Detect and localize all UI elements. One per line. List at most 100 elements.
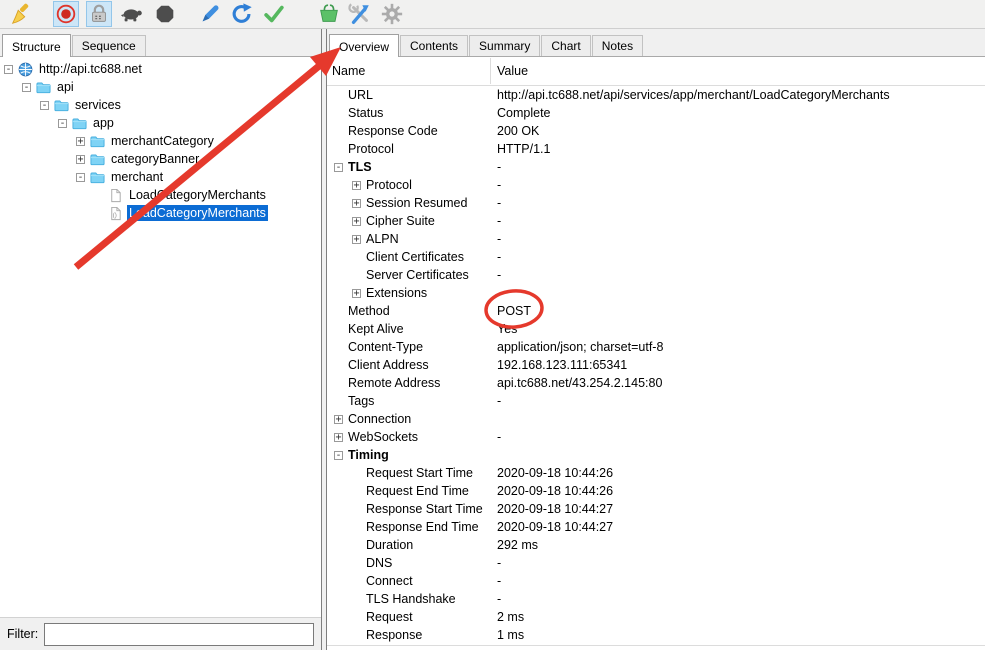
tree-node[interactable]: -merchant (0, 168, 321, 186)
clear-session-icon[interactable] (8, 1, 34, 27)
expand-toggle[interactable]: + (352, 235, 361, 244)
expand-toggle[interactable]: + (76, 137, 85, 146)
row-value: 2 ms (497, 608, 524, 626)
collapse-toggle[interactable]: - (4, 65, 13, 74)
expand-toggle[interactable]: + (352, 289, 361, 298)
folder-icon (54, 98, 69, 113)
expand-toggle[interactable]: + (76, 155, 85, 164)
folder-icon (90, 134, 105, 149)
collapse-toggle[interactable]: - (58, 119, 67, 128)
row-name: Session Resumed (366, 196, 467, 210)
overview-row: Response End Time 2020-09-18 10:44:27 (327, 518, 985, 536)
overview-row: Client Address192.168.123.111:65341 (327, 356, 985, 374)
overview-row: +ALPN- (327, 230, 985, 248)
record-icon[interactable] (53, 1, 79, 27)
overview-row: +WebSockets- (327, 428, 985, 446)
tree-node[interactable]: - app (0, 114, 321, 132)
repeat-icon[interactable] (229, 1, 255, 27)
tree-node[interactable]: -http://api.tc688.net (0, 60, 321, 78)
compose-icon[interactable] (197, 1, 223, 27)
tree-node-label: merchantCategory (109, 133, 216, 149)
row-name: DNS (366, 556, 392, 570)
globe-icon (18, 62, 33, 77)
column-header-value[interactable]: Value (497, 64, 528, 78)
row-value: - (497, 212, 501, 230)
tab-summary[interactable]: Summary (469, 35, 540, 56)
tab-notes[interactable]: Notes (592, 35, 643, 56)
row-value: 200 OK (497, 122, 539, 140)
collapse-toggle[interactable]: - (22, 83, 31, 92)
breakpoints-icon[interactable] (152, 1, 178, 27)
row-value: - (497, 392, 501, 410)
tree-node[interactable]: -services (0, 96, 321, 114)
row-value: 2020-09-18 10:44:27 (497, 518, 613, 536)
tree-node[interactable]: + merchantCategory (0, 132, 321, 150)
settings-gear-icon[interactable] (379, 1, 405, 27)
collapse-toggle[interactable]: - (334, 163, 343, 172)
expand-toggle[interactable]: + (334, 415, 343, 424)
collapse-toggle[interactable]: - (76, 173, 85, 182)
overview-row: -TLS- (327, 158, 985, 176)
overview-row: + Protocol - (327, 176, 985, 194)
row-value: - (497, 176, 501, 194)
row-name: Timing (348, 448, 389, 462)
row-value: - (497, 248, 501, 266)
throttle-icon[interactable] (119, 1, 145, 27)
row-name: Remote Address (348, 376, 440, 390)
overview-row: Response Start Time2020-09-18 10:44:27 (327, 500, 985, 518)
expand-toggle[interactable]: + (352, 217, 361, 226)
tree-node[interactable]: LoadCategoryMerchants (0, 186, 321, 204)
detail-pane: OverviewContentsSummaryChartNotes Name V… (326, 29, 985, 650)
collapse-toggle[interactable]: - (40, 101, 49, 110)
structure-tree: -http://api.tc688.net-api-services-app+m… (0, 57, 321, 617)
tab-contents[interactable]: Contents (400, 35, 468, 56)
row-value: - (497, 158, 501, 176)
tree-node[interactable]: +categoryBanner (0, 150, 321, 168)
row-value: HTTP/1.1 (497, 140, 551, 158)
overview-row: Content-Typeapplication/json; charset=ut… (327, 338, 985, 356)
row-name: Protocol (348, 142, 394, 156)
row-name: Cipher Suite (366, 214, 435, 228)
right-tab-bar: OverviewContentsSummaryChartNotes (327, 29, 985, 57)
tools-basket-icon[interactable] (316, 1, 342, 27)
row-name: Response Code (348, 124, 438, 138)
row-value: 192.168.123.111:65341 (497, 356, 627, 374)
row-name: Response (366, 628, 422, 642)
row-name: Response Start Time (366, 502, 483, 516)
column-header-name[interactable]: Name (332, 64, 365, 78)
toolbox-icon[interactable] (347, 1, 373, 27)
collapse-toggle[interactable]: - (334, 451, 343, 460)
overview-row: Client Certificates - (327, 248, 985, 266)
row-name: Response End Time (366, 520, 479, 534)
ssl-proxying-icon[interactable] (86, 1, 112, 27)
tab-sequence[interactable]: Sequence (72, 35, 146, 56)
overview-row: Remote Addressapi.tc688.net/43.254.2.145… (327, 374, 985, 392)
grid-header: Name Value (327, 57, 985, 86)
row-value: 2020-09-18 10:44:26 (497, 464, 613, 482)
filter-input[interactable] (44, 623, 314, 646)
row-name: Duration (366, 538, 413, 552)
tree-node[interactable]: ()LoadCategoryMerchants (0, 204, 321, 222)
overview-row: +Extensions (327, 284, 985, 302)
expand-toggle[interactable]: + (334, 433, 343, 442)
tab-structure[interactable]: Structure (2, 34, 71, 57)
overview-row: MethodPOST (327, 302, 985, 320)
expand-toggle[interactable]: + (352, 199, 361, 208)
tree-node[interactable]: -api (0, 78, 321, 96)
row-name: Protocol (366, 178, 412, 192)
tab-chart[interactable]: Chart (541, 35, 590, 56)
overview-row: TLS Handshake- (327, 590, 985, 608)
folder-icon (90, 152, 105, 167)
row-value: - (497, 266, 501, 284)
overview-row: Kept AliveYes (327, 320, 985, 338)
toolbar (0, 0, 985, 29)
tree-node-label: app (91, 115, 116, 131)
tab-overview[interactable]: Overview (329, 34, 399, 57)
row-value: POST (497, 302, 531, 320)
row-name: Client Certificates (366, 250, 464, 264)
column-divider[interactable] (490, 58, 491, 84)
row-name: Kept Alive (348, 322, 404, 336)
overview-row: Connect- (327, 572, 985, 590)
expand-toggle[interactable]: + (352, 181, 361, 190)
validate-icon[interactable] (261, 1, 287, 27)
